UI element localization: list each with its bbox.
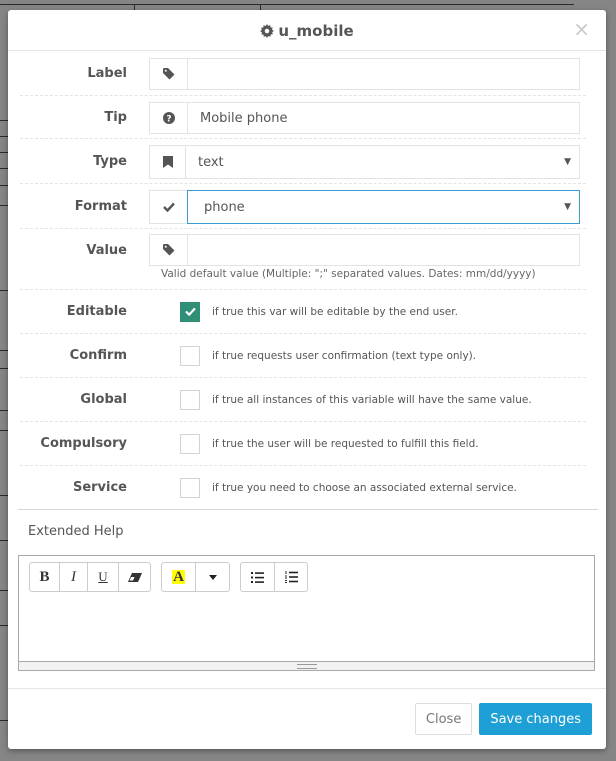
bold-button[interactable]: B [30,563,60,591]
eraser-icon [127,572,142,582]
value-input[interactable] [187,234,580,266]
type-input-group: text ▼ [149,145,580,179]
font-style-group: B I U [29,562,151,592]
check-icon [149,190,187,224]
tip-input[interactable]: Mobile phone [187,102,580,134]
tip-input-group: ? Mobile phone [149,102,580,134]
extended-help-title: Extended Help [28,524,124,539]
option-row-service: Service if true you need to choose an as… [20,466,586,509]
label-field-label: Label [87,65,127,81]
variable-form: Label Tip ? Mobile phone Type text ▼ For… [8,51,606,509]
value-field-label: Value [86,243,127,258]
tip-field-label: Tip [104,109,127,125]
eraser-button[interactable] [119,563,150,591]
editor-toolbar: B I U A [19,556,594,592]
option-label: Confirm [69,348,127,363]
list-group [240,562,308,592]
question-circle-icon: ? [149,102,187,134]
option-description: if true requests user confirmation (text… [212,349,477,362]
confirm-checkbox[interactable] [180,345,200,366]
option-row-compulsory: Compulsory if true the user will be requ… [20,422,586,466]
color-dropdown-button[interactable] [196,563,229,591]
global-checkbox[interactable] [180,389,200,410]
format-field-label: Format [74,198,127,214]
type-row: Type text ▼ [20,139,586,184]
format-row: Format phone ▼ [20,184,586,229]
option-row-global: Global if true all instances of this var… [20,378,586,422]
type-select-value: text [198,154,224,170]
tip-row: Tip ? Mobile phone [20,96,586,139]
label-input[interactable] [187,58,580,90]
extended-help-editor: B I U A [18,555,595,671]
italic-button[interactable]: I [60,563,88,591]
highlight-a-icon: A [172,569,185,585]
option-description: if true all instances of this variable w… [212,393,532,406]
option-row-editable: Editable if true this var will be editab… [20,290,586,334]
editor-content-area[interactable] [19,592,594,642]
save-changes-button[interactable]: Save changes [479,703,592,735]
underline-button[interactable]: U [88,563,119,591]
type-select[interactable]: text ▼ [185,145,580,179]
value-input-group [149,234,580,266]
caret-down-icon: ▼ [564,157,571,167]
option-description: if true you need to choose an associated… [212,481,517,494]
caret-down-icon: ▼ [564,202,571,212]
option-label: Service [72,480,127,495]
editable-checkbox[interactable] [180,301,200,322]
compulsory-checkbox[interactable] [180,433,200,454]
tag-icon [149,234,187,266]
value-row: Value Valid default value (Multiple: ";"… [20,229,586,290]
close-icon[interactable]: × [573,19,590,39]
caret-down-icon [208,574,217,580]
list-ol-icon [284,571,298,583]
option-label: Global [80,392,127,407]
modal-title: u_mobile [260,22,354,40]
modal-header: u_mobile × [8,10,606,51]
ordered-list-button[interactable] [275,563,307,591]
modal-footer: Close Save changes [8,688,606,749]
color-group: A [161,562,230,592]
unordered-list-button[interactable] [241,563,275,591]
label-row: Label [20,51,586,96]
option-label: Compulsory [40,436,127,451]
option-label: Editable [66,304,127,319]
highlight-color-button[interactable]: A [162,563,196,591]
resize-grip-icon [296,663,317,669]
service-checkbox[interactable] [180,477,200,498]
value-help-text: Valid default value (Multiple: ";" separ… [161,268,536,280]
format-select-value: phone [204,199,245,215]
format-input-group: phone ▼ [149,190,580,224]
gear-icon [260,24,275,38]
bookmark-icon [149,145,185,179]
close-button[interactable]: Close [414,703,473,735]
option-row-confirm: Confirm if true requests user confirmati… [20,334,586,378]
option-description: if true this var will be editable by the… [212,305,458,318]
bg-table-line [0,4,574,5]
check-icon [184,307,196,316]
tag-icon [149,58,187,90]
svg-text:?: ? [166,114,171,124]
format-select[interactable]: phone ▼ [187,190,580,224]
variable-settings-modal: u_mobile × Label Tip ? Mobile phone Type… [8,10,606,749]
type-field-label: Type [93,153,127,169]
label-input-group [149,58,580,90]
option-description: if true the user will be requested to fu… [212,437,479,450]
list-ul-icon [251,571,264,583]
modal-title-text: u_mobile [278,22,354,40]
editor-resize-handle[interactable] [19,661,594,670]
